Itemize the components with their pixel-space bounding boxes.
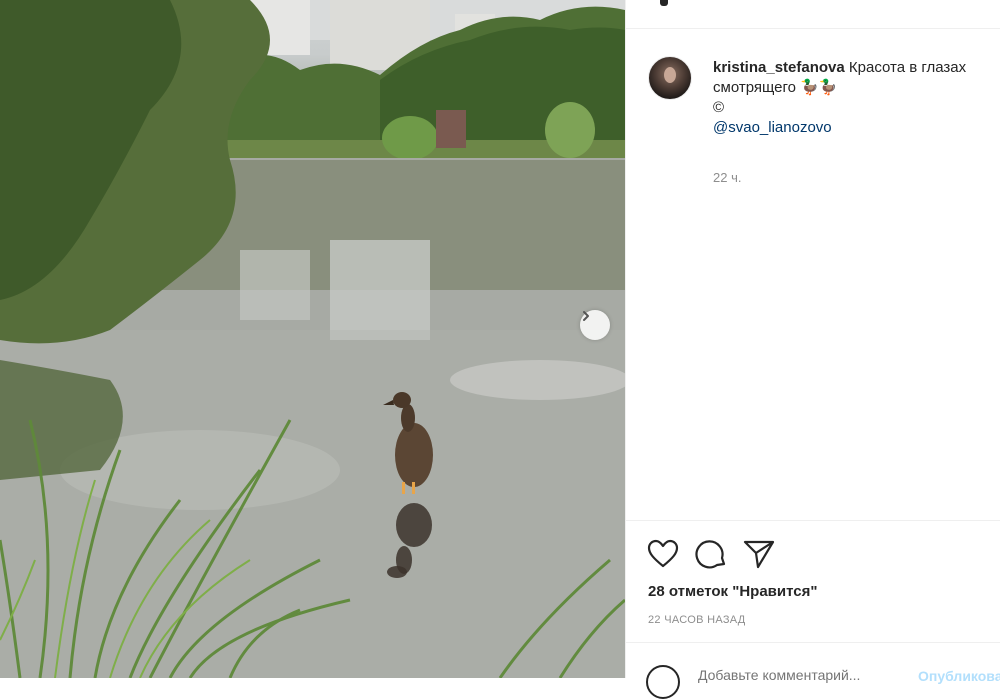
post-photo	[0, 0, 625, 678]
comment-input[interactable]	[698, 667, 908, 683]
caption-time[interactable]: 22 ч.	[713, 170, 741, 185]
share-button[interactable]	[742, 537, 776, 571]
emoji-icon[interactable]	[646, 665, 680, 699]
post-side-panel: kristina_stefanova Красота в глазах смот…	[625, 0, 1000, 699]
chevron-right-icon	[583, 311, 589, 321]
caption-line-2: смотрящего 🦆🦆	[713, 79, 838, 96]
publish-button[interactable]: Опубликовать	[918, 668, 1000, 684]
like-button[interactable]	[646, 537, 680, 571]
likes-count[interactable]: 28 отметок "Нравится"	[648, 583, 817, 600]
next-photo-button[interactable]	[580, 310, 610, 340]
mention-link[interactable]: @svao_lianozovo	[713, 118, 1000, 138]
username-link[interactable]: kristina_stefanova	[713, 59, 845, 76]
action-icons	[646, 537, 776, 571]
actions-bar: 28 отметок "Нравится" 22 ЧАСОВ НАЗАД	[626, 520, 1000, 626]
panel-header	[626, 0, 1000, 29]
comment-row: Опубликовать	[626, 642, 1000, 699]
comment-button[interactable]	[694, 537, 728, 571]
avatar-face	[664, 67, 676, 83]
caption-line-1: Красота в глазах	[848, 59, 967, 76]
comment-icon	[695, 540, 726, 569]
header-icon	[660, 0, 668, 6]
post-age[interactable]: 22 ЧАСОВ НАЗАД	[648, 614, 746, 626]
avatar[interactable]	[648, 56, 692, 100]
share-icon	[743, 540, 775, 569]
caption-text: kristina_stefanova Красота в глазах смот…	[713, 58, 1000, 138]
photo-scene	[0, 0, 625, 678]
caption-line-3: ©	[713, 99, 725, 116]
heart-icon	[647, 539, 679, 568]
